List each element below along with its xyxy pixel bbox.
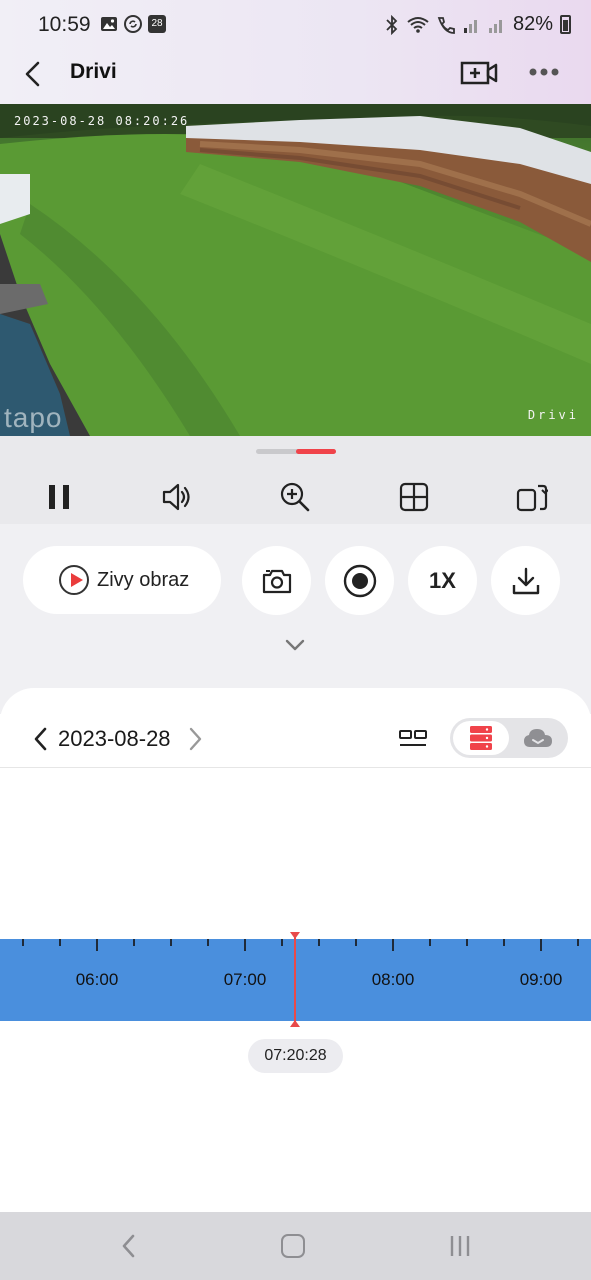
next-date-icon[interactable] xyxy=(184,726,206,752)
cursor-top-marker xyxy=(290,932,300,939)
play-circle-icon xyxy=(59,565,89,595)
timeline-tick xyxy=(281,939,283,946)
panel-divider xyxy=(0,767,591,768)
bluetooth-icon xyxy=(386,14,398,35)
playback-panel: 2023-08-28 06:00 07:00 08:00 09:00 07:20… xyxy=(0,688,591,1212)
nav-back-icon[interactable] xyxy=(118,1232,140,1260)
app-header: Drivi xyxy=(0,52,591,104)
grid-icon xyxy=(399,482,428,512)
timeline-tick xyxy=(540,939,542,951)
notification-icons: 28 xyxy=(100,15,166,33)
timeline-tick xyxy=(466,939,468,946)
signal-2-icon xyxy=(488,19,502,33)
live-view-button[interactable]: Zivy obraz xyxy=(23,546,221,614)
battery-icon xyxy=(560,15,571,34)
sync-icon xyxy=(124,15,142,33)
timeline-cursor[interactable] xyxy=(294,934,296,1024)
timeline-tick xyxy=(577,939,579,946)
download-icon xyxy=(512,567,539,594)
timeline-label-0900: 09:00 xyxy=(519,970,563,989)
drag-handle-area xyxy=(0,436,591,470)
pause-icon xyxy=(49,485,70,509)
tapo-watermark: tapo xyxy=(4,402,63,433)
drag-handle-indicator xyxy=(296,449,336,454)
timeline-tick xyxy=(170,939,172,946)
drag-handle[interactable] xyxy=(256,449,336,454)
timeline-tick xyxy=(22,939,24,946)
live-view-label: Zivy obraz xyxy=(97,568,190,591)
camera-frame-image xyxy=(0,104,591,436)
camera-icon xyxy=(262,569,291,593)
timeline-label-0700: 07:00 xyxy=(223,970,267,989)
timeline-label-0600: 06:00 xyxy=(75,970,119,989)
video-player[interactable]: 2023-08-28 08:20:26 Drivi tapo xyxy=(0,104,591,436)
signal-icon xyxy=(463,19,477,33)
record-icon xyxy=(343,564,376,597)
record-button[interactable] xyxy=(325,546,394,615)
call-icon xyxy=(437,16,455,34)
cloud-tab[interactable] xyxy=(510,721,565,755)
nav-home-icon[interactable] xyxy=(281,1234,305,1258)
server-icon xyxy=(470,726,492,750)
video-timestamp-overlay: 2023-08-28 08:20:26 xyxy=(14,114,190,128)
timeline-tick xyxy=(355,939,357,946)
sd-card-tab[interactable] xyxy=(453,721,509,755)
player-toolbar xyxy=(0,470,591,524)
status-bar: 10:59 28 82% xyxy=(0,0,591,52)
snapshot-button[interactable] xyxy=(242,546,311,615)
more-dots-icon[interactable] xyxy=(526,60,562,84)
timeline-tick xyxy=(244,939,246,951)
screens-icon xyxy=(516,484,548,512)
system-nav-bar xyxy=(0,1212,591,1280)
status-time: 10:59 xyxy=(38,13,91,36)
timeline-label-0800: 08:00 xyxy=(371,970,415,989)
top-bar: 10:59 28 82% Drivi xyxy=(0,0,591,104)
timeline-tick xyxy=(96,939,98,951)
multi-view-icon[interactable] xyxy=(398,728,428,750)
grid-button[interactable] xyxy=(394,477,434,517)
zoom-in-icon xyxy=(281,482,310,512)
speed-button[interactable]: 1X xyxy=(408,546,477,615)
speed-label: 1X xyxy=(429,567,456,593)
gallery-icon xyxy=(101,17,117,31)
volume-button[interactable] xyxy=(157,477,197,517)
screens-button[interactable] xyxy=(512,477,552,517)
date-selector[interactable]: 2023-08-28 xyxy=(58,726,171,752)
video-camera-name-overlay: Drivi xyxy=(527,408,579,422)
cursor-bottom-marker xyxy=(290,1020,300,1027)
current-playback-time: 07:20:28 xyxy=(248,1039,343,1073)
timeline-tick xyxy=(207,939,209,946)
zoom-button[interactable] xyxy=(275,477,315,517)
arrow-left-icon[interactable] xyxy=(18,58,50,90)
timeline-tick xyxy=(318,939,320,946)
storage-source-toggle xyxy=(450,718,568,758)
timeline-tick xyxy=(392,939,394,951)
timeline-tick xyxy=(133,939,135,946)
actions-area: Zivy obraz 1X xyxy=(0,524,591,714)
timeline-tick xyxy=(429,939,431,946)
calendar-icon: 28 xyxy=(148,15,166,33)
chevron-down-icon[interactable] xyxy=(283,637,307,653)
pause-button[interactable] xyxy=(39,477,79,517)
download-button[interactable] xyxy=(491,546,560,615)
system-icons: 82% xyxy=(384,13,571,36)
wifi-icon xyxy=(407,16,429,33)
nav-recent-apps-icon[interactable] xyxy=(448,1234,472,1258)
video-plus-icon[interactable] xyxy=(460,58,498,88)
cloud-icon xyxy=(523,729,552,747)
previous-date-icon[interactable] xyxy=(30,726,52,752)
timeline-tick xyxy=(59,939,61,946)
timeline-tick xyxy=(503,939,505,946)
volume-icon xyxy=(163,483,190,511)
battery-percent: 82% xyxy=(512,13,553,35)
page-title: Drivi xyxy=(70,60,117,83)
